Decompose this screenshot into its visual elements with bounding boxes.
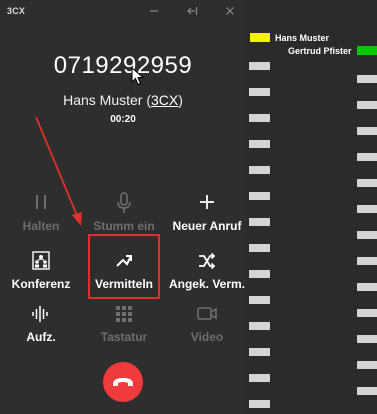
- annotation-arrow: [35, 116, 82, 226]
- bar: [357, 387, 377, 395]
- hangup-icon: [113, 378, 133, 386]
- bar: [357, 231, 377, 239]
- bar: [249, 244, 270, 252]
- hangup-button[interactable]: [103, 362, 143, 402]
- bar: [249, 218, 270, 226]
- bar: [357, 75, 377, 83]
- bar: [357, 101, 377, 109]
- bar: [249, 322, 270, 330]
- bar: [249, 62, 270, 70]
- bar: [249, 192, 270, 200]
- bar: [249, 400, 270, 408]
- bar: [249, 166, 270, 174]
- bar: [357, 205, 377, 213]
- bar: [249, 270, 270, 278]
- bar: [357, 309, 377, 317]
- side-panel: Hans Muster Gertrud Pfister: [246, 0, 377, 414]
- bar: [249, 140, 270, 148]
- bar: [357, 127, 377, 135]
- legend-item-gertrud-pfister: Gertrud Pfister: [288, 45, 377, 57]
- bar: [357, 153, 377, 161]
- legend-item-hans-muster: Hans Muster: [250, 32, 329, 44]
- bar: [249, 296, 270, 304]
- legend-label: Hans Muster: [275, 33, 330, 43]
- bar: [357, 361, 377, 369]
- bar: [357, 179, 377, 187]
- bar: [357, 335, 377, 343]
- bar: [249, 88, 270, 96]
- bar: [357, 257, 377, 265]
- bar: [249, 348, 270, 356]
- bar: [249, 114, 270, 122]
- call-window: 3CX 0719292959 Hans Muster (3CX) 00:20 H…: [0, 0, 246, 414]
- legend-swatch: [250, 33, 270, 42]
- legend-label: Gertrud Pfister: [288, 46, 352, 56]
- legend-swatch: [356, 46, 377, 55]
- bar: [357, 283, 377, 291]
- bar: [249, 374, 270, 382]
- screen: 3CX 0719292959 Hans Muster (3CX) 00:20 H…: [0, 0, 377, 414]
